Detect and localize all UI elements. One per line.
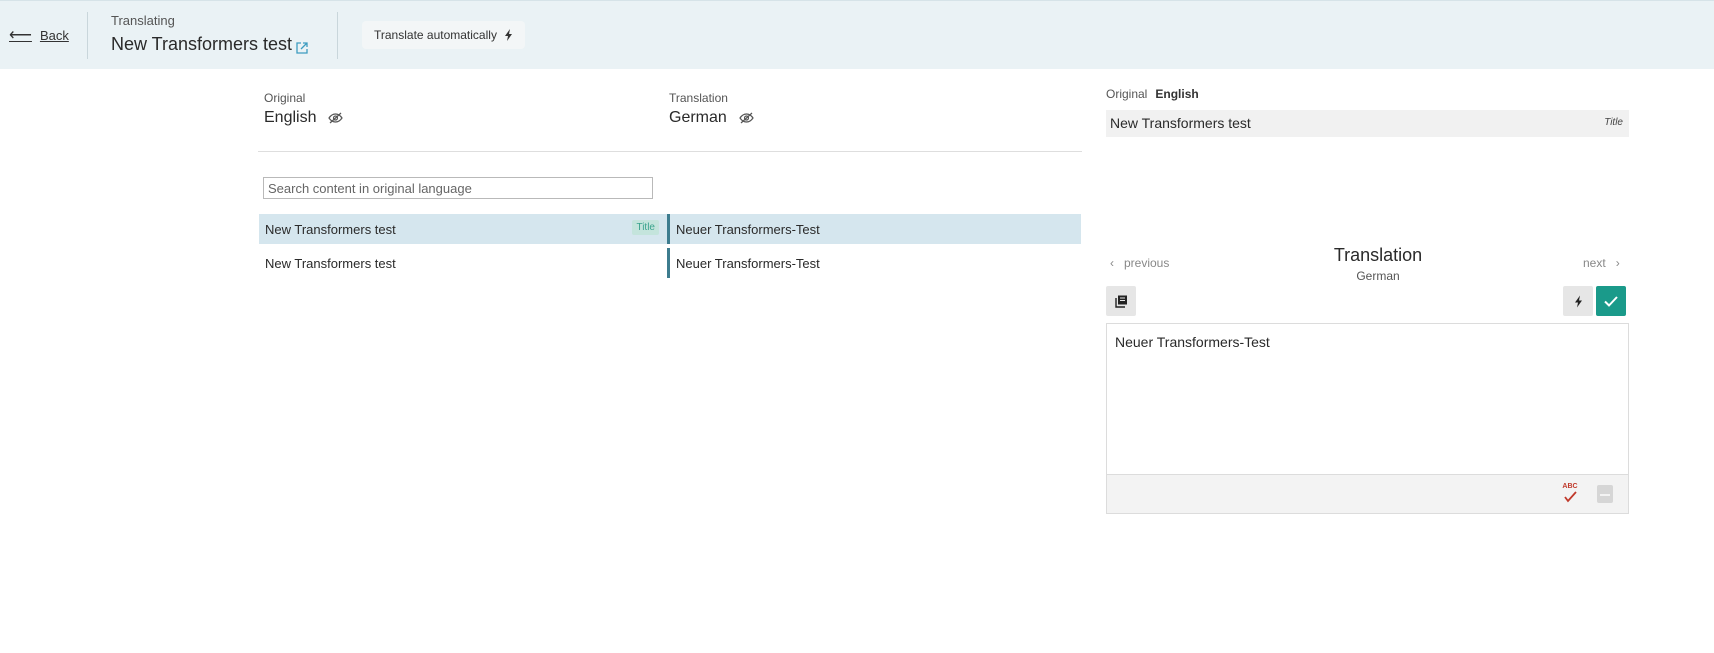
back-link[interactable]: ⟵ Back xyxy=(9,25,69,45)
original-cell: New Transformers test Title xyxy=(259,214,667,244)
translation-label: Translation xyxy=(669,91,728,105)
translation-language: German xyxy=(669,109,727,126)
right-original-label: Original xyxy=(1106,87,1148,101)
spellcheck-label: ABC xyxy=(1562,483,1578,490)
next-label: next xyxy=(1583,256,1606,270)
chevron-right-icon: › xyxy=(1615,256,1620,270)
field-tag: Title xyxy=(632,220,659,235)
original-text: New Transformers test xyxy=(265,256,396,271)
visibility-toggle-icon[interactable] xyxy=(739,112,754,124)
spellcheck-icon[interactable]: ABC xyxy=(1560,483,1580,505)
original-field-tag: Title xyxy=(1604,117,1623,128)
original-text-box: New Transformers test Title xyxy=(1106,110,1629,137)
layout-toggle-icon[interactable] xyxy=(1597,485,1613,503)
lightning-icon xyxy=(504,29,512,41)
original-text: New Transformers test xyxy=(265,222,396,237)
chevron-left-icon: ‹ xyxy=(1110,256,1114,270)
check-icon xyxy=(1604,295,1618,307)
translate-automatically-label: Translate automatically xyxy=(374,28,497,42)
previous-label: previous xyxy=(1124,256,1170,270)
editor-toolbar: ABC xyxy=(1107,474,1628,513)
original-cell: New Transformers test xyxy=(259,248,667,278)
translation-editor-text[interactable]: Neuer Transformers-Test xyxy=(1107,324,1628,475)
right-original-header: Original English xyxy=(1106,87,1199,101)
original-language-block: Original English xyxy=(264,91,344,127)
right-original-language: English xyxy=(1155,87,1199,101)
lightning-icon xyxy=(1574,295,1582,307)
back-label: Back xyxy=(39,27,69,43)
page-title: New Transformers test xyxy=(111,34,309,55)
header-divider xyxy=(87,12,88,59)
copy-original-button[interactable] xyxy=(1106,286,1136,316)
arrow-left-icon: ⟵ xyxy=(9,27,32,44)
translation-language-sub: German xyxy=(1356,269,1400,283)
previous-button[interactable]: ‹ previous xyxy=(1110,256,1169,270)
translation-cell: Neuer Transformers-Test xyxy=(667,248,1081,278)
translation-cell: Neuer Transformers-Test xyxy=(667,214,1081,244)
copy-icon xyxy=(1114,295,1127,308)
search-input[interactable] xyxy=(263,177,653,199)
accept-translation-button[interactable] xyxy=(1596,286,1626,316)
table-row[interactable]: New Transformers test Neuer Transformers… xyxy=(259,248,1081,278)
original-language: English xyxy=(264,109,317,126)
visibility-toggle-icon[interactable] xyxy=(328,112,344,124)
auto-translate-field-button[interactable] xyxy=(1563,286,1593,316)
top-header: ⟵ Back Translating New Transformers test… xyxy=(0,0,1714,69)
translation-editor[interactable]: Neuer Transformers-Test ABC xyxy=(1106,323,1629,514)
page-title-text: New Transformers test xyxy=(111,34,293,54)
original-text-value: New Transformers test xyxy=(1110,115,1251,131)
original-label: Original xyxy=(264,91,306,105)
table-row[interactable]: New Transformers test Title Neuer Transf… xyxy=(259,214,1081,244)
translate-automatically-button[interactable]: Translate automatically xyxy=(362,21,525,49)
external-link-icon[interactable] xyxy=(295,41,309,55)
section-divider xyxy=(258,151,1082,152)
next-button[interactable]: next › xyxy=(1583,256,1620,270)
header-subtitle: Translating xyxy=(111,13,175,28)
spellcheck-check-icon xyxy=(1564,491,1577,503)
translation-title: Translation xyxy=(1333,245,1423,265)
header-divider xyxy=(337,12,338,59)
translation-language-block: Translation German xyxy=(669,91,754,127)
